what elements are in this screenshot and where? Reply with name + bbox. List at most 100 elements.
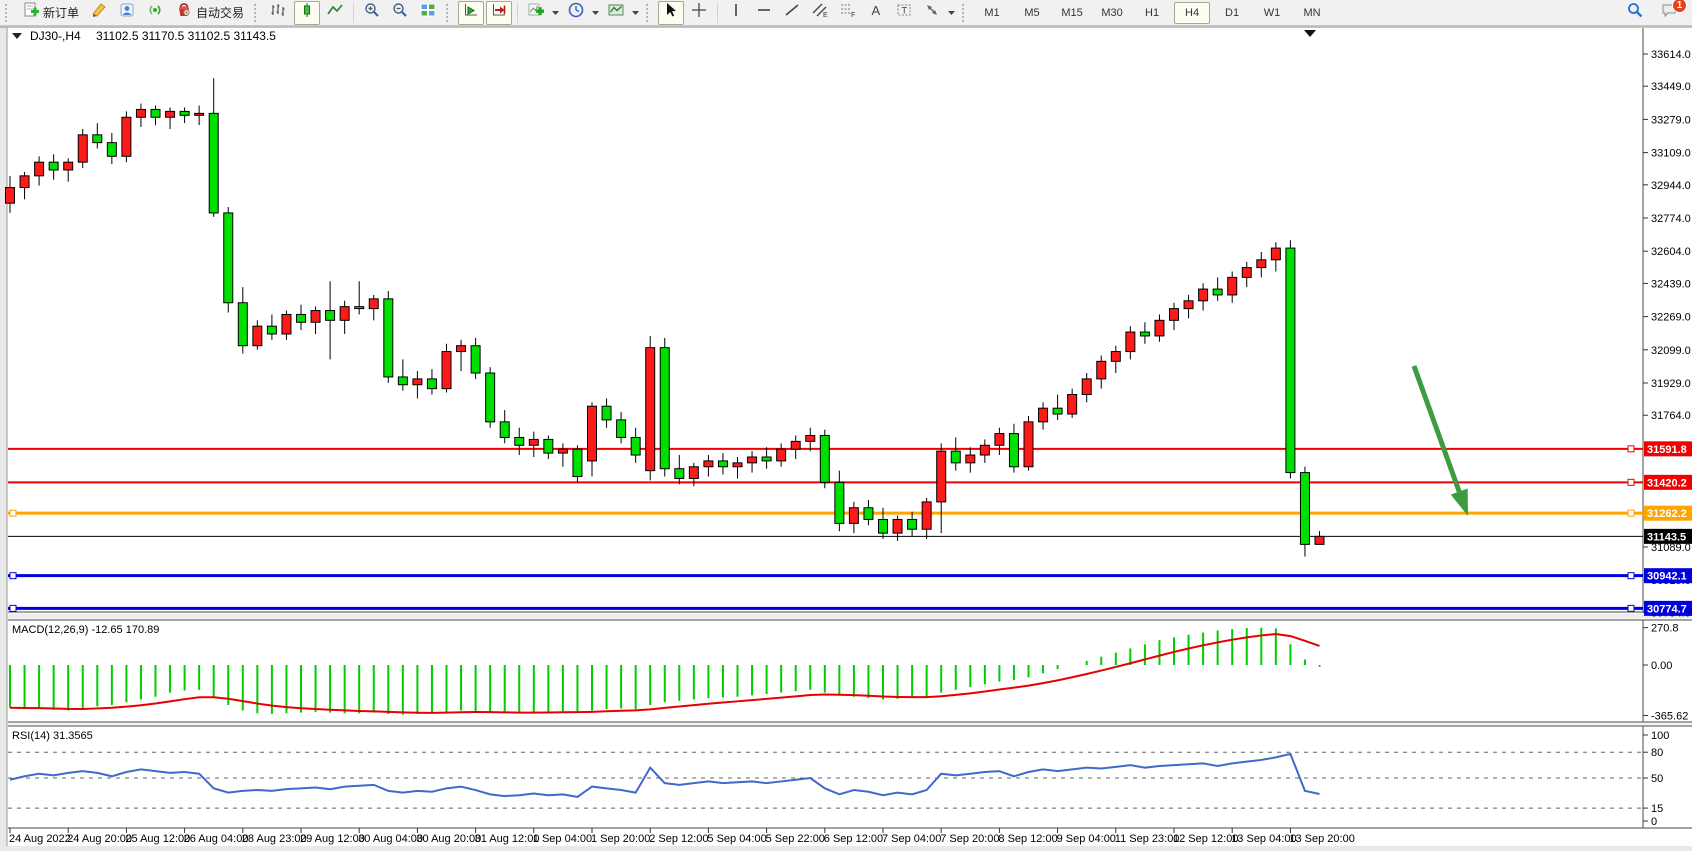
time-axis-label: 24 Aug 20:00 [67, 833, 132, 845]
signal-button[interactable] [142, 1, 168, 25]
timeframe-button-H1[interactable]: H1 [1134, 2, 1170, 24]
candle-body [1170, 309, 1179, 321]
tile-windows-button[interactable] [415, 1, 441, 25]
indicators-dropdown-caret[interactable] [551, 2, 561, 24]
price-tick-label: 32774.0 [1651, 213, 1691, 225]
candle-body [1315, 536, 1324, 544]
price-tick-label: 31929.0 [1651, 378, 1691, 390]
fibonacci-tool-button[interactable]: F [835, 1, 861, 25]
line-chart-icon [326, 1, 344, 24]
hline-handle[interactable] [1628, 479, 1634, 485]
time-axis-label: 29 Aug 12:00 [300, 833, 365, 845]
svg-text:E: E [823, 12, 828, 19]
candle-body [995, 434, 1004, 446]
candle-body [413, 379, 422, 385]
candle-body [588, 406, 597, 461]
candle-body [748, 457, 757, 463]
arrows-tool-button[interactable] [919, 1, 945, 25]
candle-body [384, 299, 393, 377]
price-badge-label: 31262.2 [1647, 508, 1687, 520]
vertical-line-tool-button[interactable] [723, 1, 749, 25]
price-tick-label: 33279.0 [1651, 114, 1691, 126]
trendline-tool-button[interactable] [779, 1, 805, 25]
panel-splitter[interactable] [8, 614, 1692, 619]
horizontal-line-tool-button[interactable] [751, 1, 777, 25]
candle-body [849, 508, 858, 524]
text-label-icon: T [895, 1, 913, 24]
time-axis-label: 30 Aug 04:00 [358, 833, 423, 845]
candle-body [1082, 379, 1091, 395]
auto-scroll-button[interactable] [458, 1, 484, 25]
bar-chart-mode-button[interactable] [266, 1, 292, 25]
time-axis-label: 8 Sep 12:00 [998, 833, 1057, 845]
signal-icon [146, 1, 164, 24]
timeframe-button-MN[interactable]: MN [1294, 2, 1330, 24]
timeframe-button-D1[interactable]: D1 [1214, 2, 1250, 24]
candle-body [718, 461, 727, 467]
period-button[interactable] [563, 1, 589, 25]
zoom-out-button[interactable] [387, 1, 413, 25]
candle-body [471, 346, 480, 373]
panel-splitter[interactable] [8, 724, 1692, 726]
toolbar-grip[interactable] [646, 4, 653, 22]
notification-badge: 1 [1672, 0, 1687, 13]
auto-trading-button[interactable]: 自动交易 [170, 1, 249, 25]
svg-text:F: F [851, 12, 855, 19]
main-toolbar: 新订单 自动交易 [0, 0, 1692, 26]
crosshair-tool-button[interactable] [686, 1, 712, 25]
toolbar-grip[interactable] [962, 4, 969, 22]
timeframe-button-M15[interactable]: M15 [1054, 2, 1090, 24]
equidistant-channel-tool-button[interactable]: E [807, 1, 833, 25]
text-tool-button[interactable]: A [863, 1, 889, 25]
notifications-button[interactable]: 1 [1656, 1, 1682, 25]
timeframe-button-H4[interactable]: H4 [1174, 2, 1210, 24]
hline-handle[interactable] [10, 605, 16, 611]
price-badge-label: 31420.2 [1647, 477, 1687, 489]
candle-body [617, 420, 626, 438]
hline-handle[interactable] [10, 573, 16, 579]
new-order-button[interactable]: 新订单 [17, 1, 84, 25]
candle-body [1199, 289, 1208, 301]
candle-body [369, 299, 378, 309]
candle-body [631, 437, 640, 455]
chart-shift-button[interactable] [486, 1, 512, 25]
candle-body [93, 135, 102, 143]
candle-body [78, 135, 87, 162]
indicators-button[interactable] [523, 1, 549, 25]
candlestick-mode-button[interactable] [294, 1, 320, 25]
hline-handle[interactable] [10, 510, 16, 516]
templates-button[interactable] [603, 1, 629, 25]
templates-dropdown-caret[interactable] [631, 2, 641, 24]
timeframe-button-M5[interactable]: M5 [1014, 2, 1050, 24]
candle-body [486, 373, 495, 422]
rsi-tick-label: 80 [1651, 747, 1663, 759]
cursor-tool-button[interactable] [658, 1, 684, 25]
hline-handle[interactable] [1628, 446, 1634, 452]
zoom-in-button[interactable] [359, 1, 385, 25]
hline-handle[interactable] [1628, 605, 1634, 611]
price-tick-label: 33614.0 [1651, 49, 1691, 61]
toolbar-grip[interactable] [446, 4, 453, 22]
toolbar-grip[interactable] [254, 4, 261, 22]
search-button[interactable] [1622, 1, 1648, 25]
timeframe-button-M30[interactable]: M30 [1094, 2, 1130, 24]
period-dropdown-caret[interactable] [591, 2, 601, 24]
hline-handle[interactable] [1628, 510, 1634, 516]
text-label-tool-button[interactable]: T [891, 1, 917, 25]
time-axis-label: 5 Sep 22:00 [766, 833, 825, 845]
candle-body [558, 449, 567, 453]
crosshair-style-button[interactable] [86, 1, 112, 25]
hline-handle[interactable] [1628, 573, 1634, 579]
time-axis-label: 6 Sep 12:00 [824, 833, 883, 845]
chart-canvas[interactable]: 270.80.00-365.62 1008050150 33614.033449… [0, 26, 1692, 851]
candle-body [1257, 260, 1266, 268]
time-axis-label: 24 Aug 2022 [9, 833, 71, 845]
toolbar-grip[interactable] [5, 4, 12, 22]
arrows-dropdown-caret[interactable] [947, 2, 957, 24]
candle-body [1228, 277, 1237, 295]
candle-body [1053, 408, 1062, 414]
profile-button[interactable] [114, 1, 140, 25]
timeframe-button-M1[interactable]: M1 [974, 2, 1010, 24]
timeframe-button-W1[interactable]: W1 [1254, 2, 1290, 24]
line-chart-mode-button[interactable] [322, 1, 348, 25]
